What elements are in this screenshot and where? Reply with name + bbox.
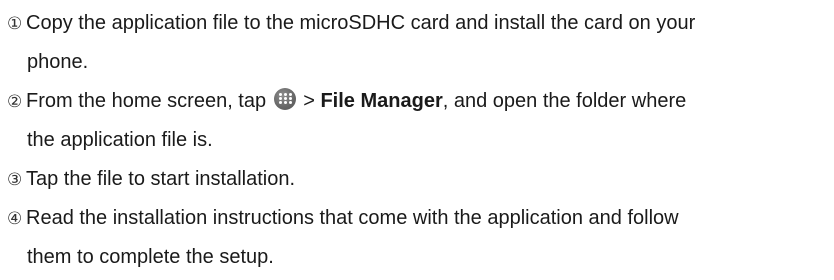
step-4-number: ④ — [7, 209, 23, 229]
step-3-line-1: ③ Tap the file to start installation. — [7, 160, 831, 199]
step-3-text: Tap the file to start installation. — [26, 168, 296, 190]
step-2-number: ② — [7, 92, 23, 112]
step-2-text-before-icon: From the home screen, tap — [26, 90, 267, 112]
step-2-text-continued: the application file is. — [27, 129, 213, 151]
step-1-number: ① — [7, 14, 23, 34]
step-1-line-1: ① Copy the application file to the microS… — [7, 4, 831, 43]
step-4-line-1: ④ Read the installation instructions that… — [7, 199, 831, 238]
step-2-separator: > — [297, 90, 321, 112]
step-1-line-2: phone. — [7, 43, 831, 82]
apps-icon — [273, 88, 296, 110]
step-1-text-continued: phone. — [27, 51, 89, 73]
step-2-line-2: the application file is. — [7, 121, 831, 160]
file-manager-label: File Manager — [320, 90, 443, 112]
step-3-number: ③ — [7, 170, 23, 190]
step-4-text-continued: them to complete the setup. — [27, 246, 274, 268]
step-2-line-1: ② From the home screen, tap > File Manage… — [7, 82, 831, 121]
instruction-steps: ① Copy the application file to the microS… — [7, 4, 831, 277]
step-4-text: Read the installation instructions that … — [26, 207, 679, 229]
step-1-text: Copy the application file to the microSD… — [26, 12, 696, 34]
step-2-text-after: , and open the folder where — [442, 90, 687, 112]
step-4-line-2: them to complete the setup. — [7, 238, 831, 277]
